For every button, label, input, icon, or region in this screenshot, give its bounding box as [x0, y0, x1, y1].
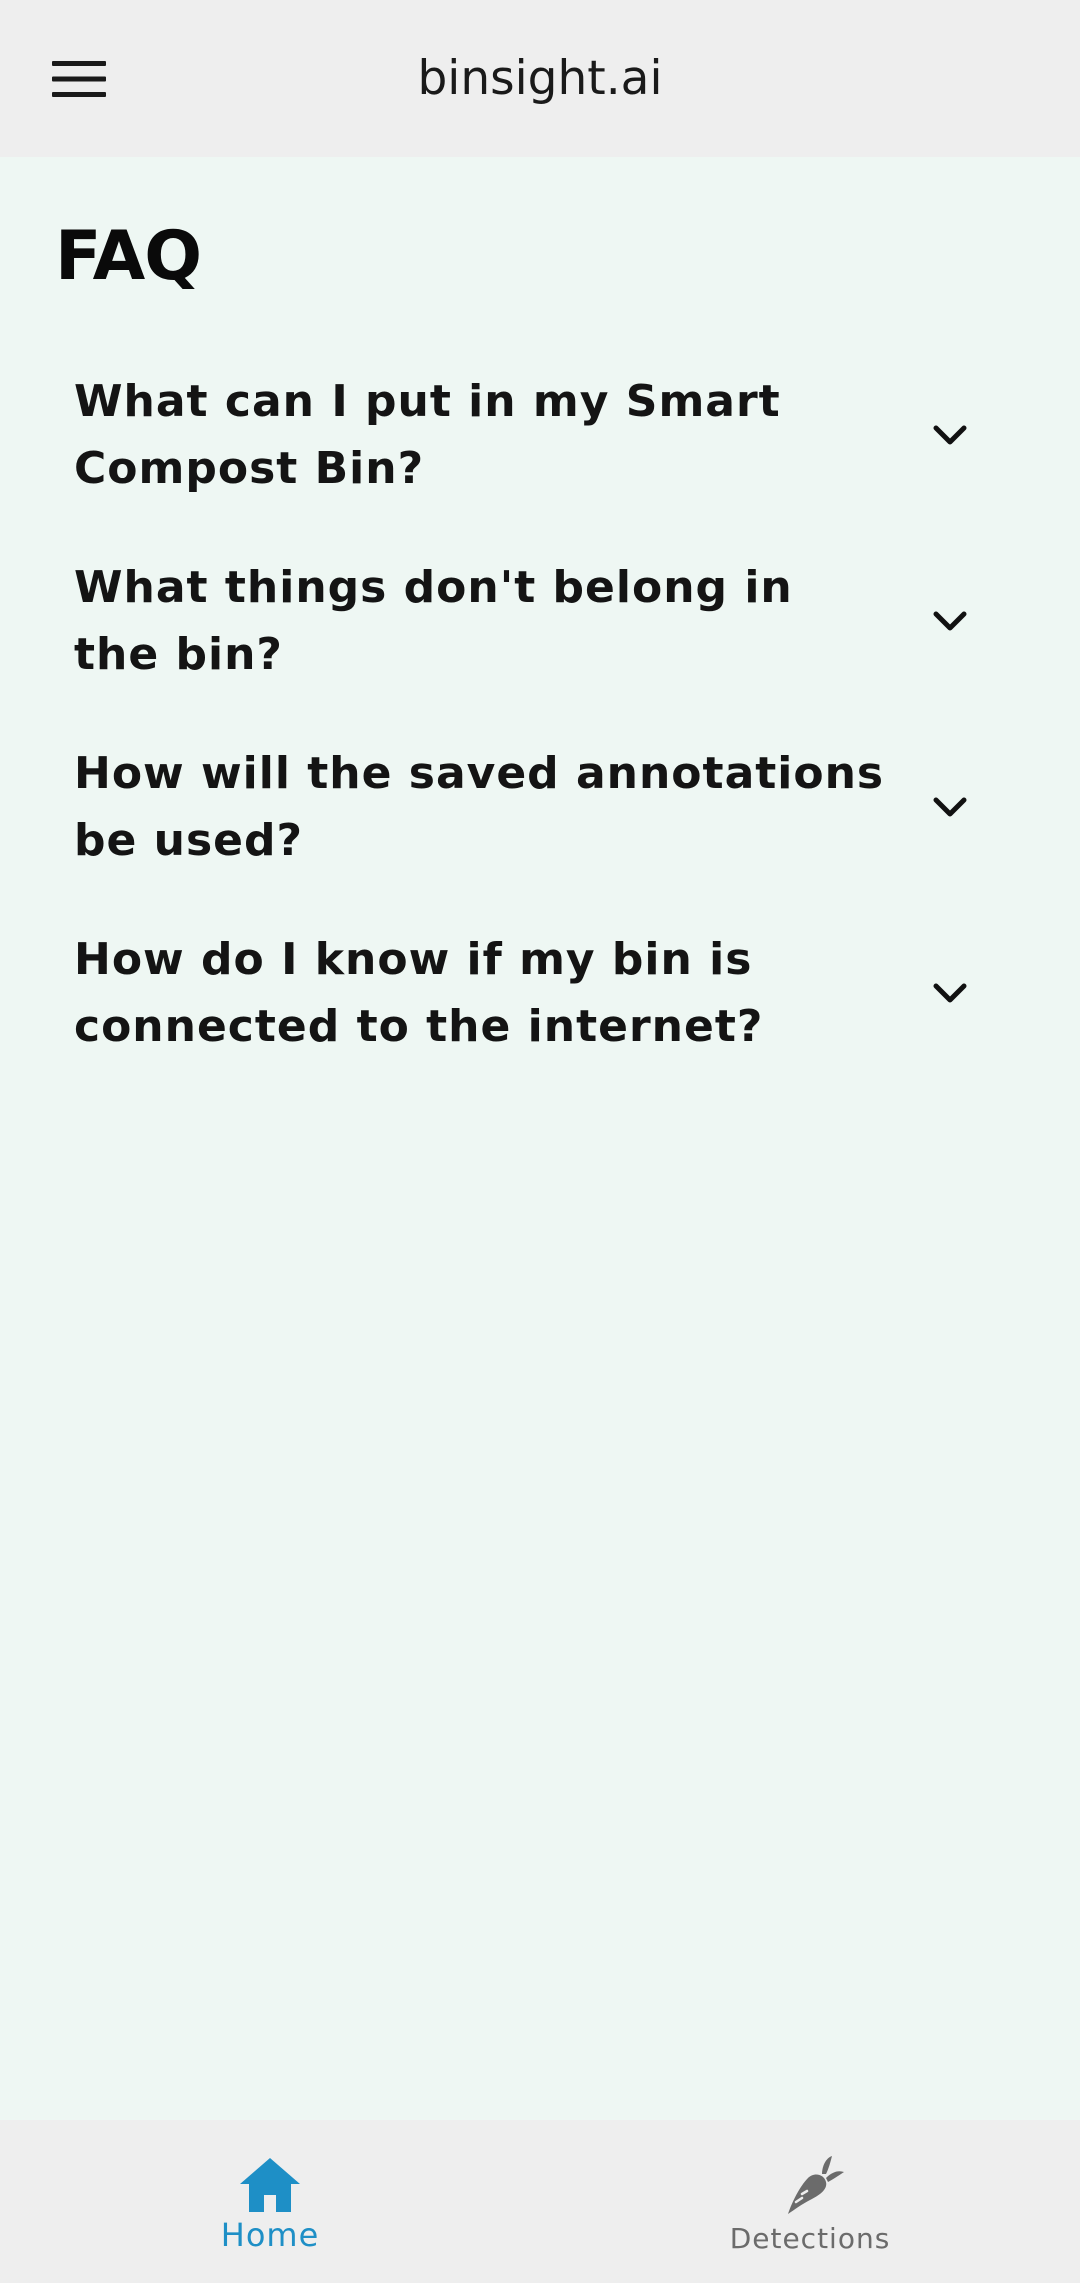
- faq-list: What can I put in my Smart Compost Bin? …: [0, 342, 1080, 1086]
- faq-item-bin-connected[interactable]: How do I know if my bin is connected to …: [0, 900, 1080, 1086]
- carrot-icon: [774, 2150, 846, 2222]
- menu-button[interactable]: [40, 44, 118, 114]
- faq-item-what-doesnt-belong[interactable]: What things don't belong in the bin?: [0, 528, 1080, 714]
- faq-question: What things don't belong in the bin?: [74, 562, 793, 680]
- tab-detections-label: Detections: [729, 2222, 891, 2255]
- app-bar: binsight.ai: [0, 0, 1080, 157]
- app-title: binsight.ai: [417, 51, 663, 106]
- tab-home[interactable]: Home: [0, 2120, 540, 2283]
- faq-question: How do I know if my bin is connected to …: [74, 934, 764, 1052]
- home-icon: [234, 2150, 306, 2222]
- chevron-down-icon[interactable]: [930, 787, 970, 827]
- faq-question: What can I put in my Smart Compost Bin?: [74, 376, 781, 494]
- chevron-down-icon[interactable]: [930, 415, 970, 455]
- faq-screen: FAQ What can I put in my Smart Compost B…: [0, 157, 1080, 2120]
- hamburger-menu-icon: [52, 59, 106, 99]
- page-title: FAQ: [55, 217, 202, 296]
- faq-item-what-can-i-put[interactable]: What can I put in my Smart Compost Bin?: [0, 342, 1080, 528]
- bottom-navigation: Home Detections: [0, 2120, 1080, 2283]
- chevron-down-icon[interactable]: [930, 973, 970, 1013]
- faq-item-saved-annotations[interactable]: How will the saved annotations be used?: [0, 714, 1080, 900]
- chevron-down-icon[interactable]: [930, 601, 970, 641]
- tab-home-label: Home: [220, 2216, 320, 2254]
- tab-detections[interactable]: Detections: [540, 2120, 1080, 2283]
- faq-question: How will the saved annotations be used?: [74, 748, 885, 866]
